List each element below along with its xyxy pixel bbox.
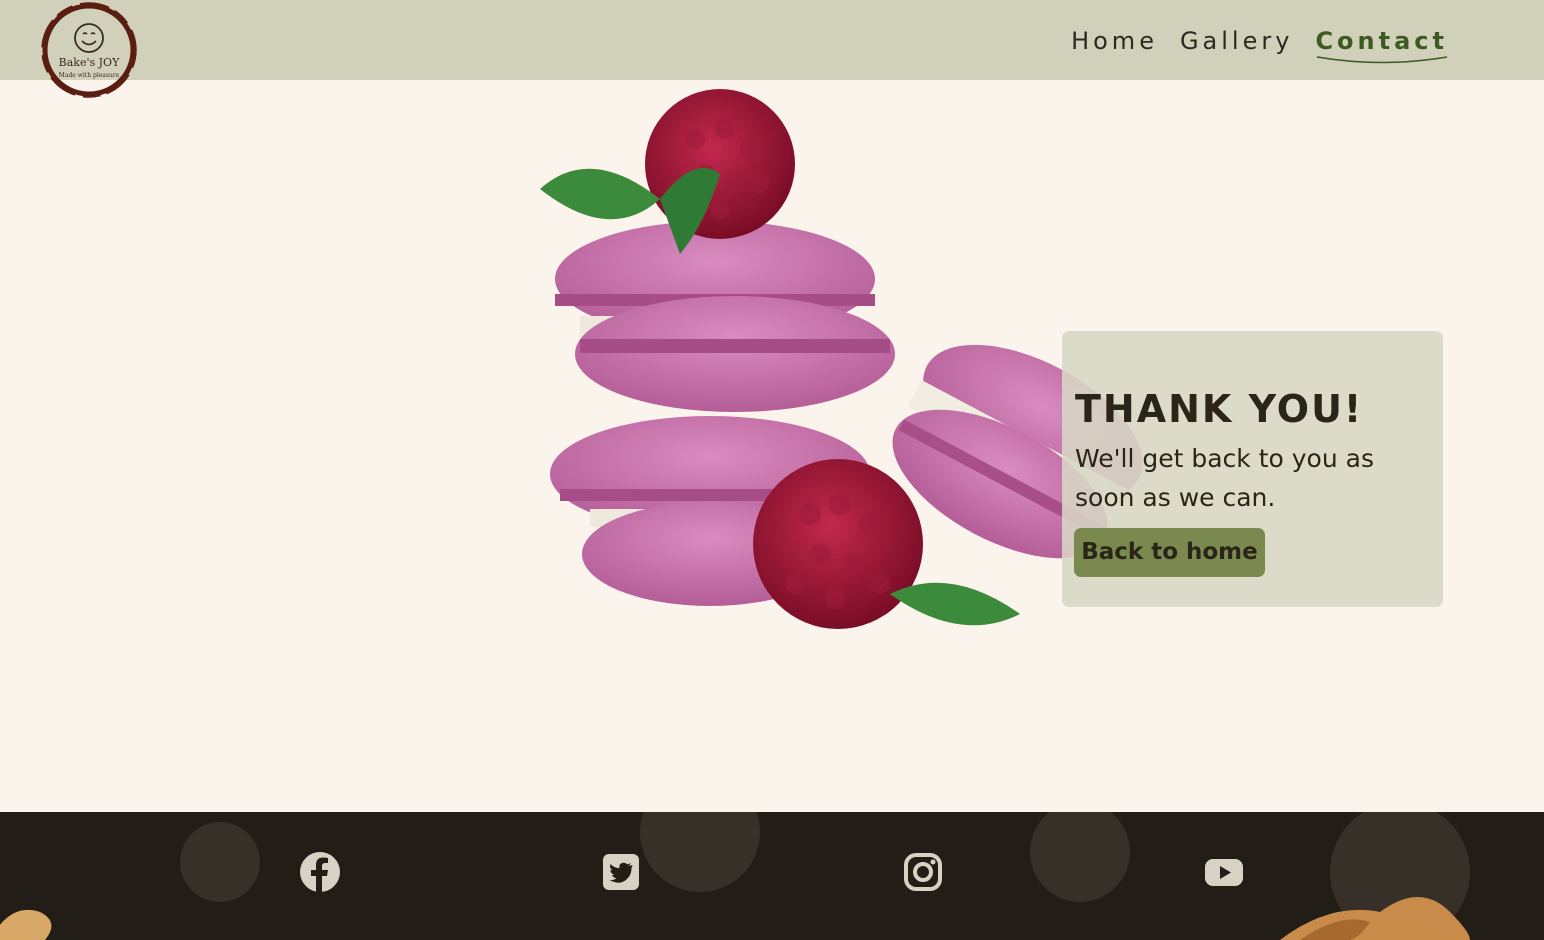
twitter-icon[interactable]	[601, 852, 641, 892]
main-nav: Home Gallery Contact	[1071, 24, 1448, 64]
logo-name: Bake's JOY	[59, 56, 120, 69]
site-footer	[0, 812, 1544, 940]
site-header: Bake's JOY Made with pleasure Home Galle…	[0, 0, 1544, 98]
facebook-icon[interactable]	[300, 852, 340, 892]
thank-you-card: THANK YOU! We'll get back to you as soon…	[1062, 331, 1443, 607]
logo-badge: Bake's JOY Made with pleasure	[41, 2, 137, 98]
smiley-icon	[74, 23, 104, 53]
nav-home[interactable]: Home	[1071, 24, 1158, 58]
logo-tagline: Made with pleasure	[59, 72, 120, 79]
nav-contact[interactable]: Contact	[1315, 24, 1448, 64]
nav-contact-label: Contact	[1315, 27, 1448, 55]
thank-you-title: THANK YOU!	[1075, 387, 1364, 431]
nav-gallery[interactable]: Gallery	[1180, 24, 1293, 58]
instagram-icon[interactable]	[903, 852, 943, 892]
footer-background-image	[0, 812, 1470, 940]
back-to-home-button[interactable]: Back to home	[1074, 528, 1265, 577]
thank-you-message: We'll get back to you as soon as we can.	[1075, 444, 1374, 512]
logo[interactable]: Bake's JOY Made with pleasure	[38, 0, 140, 102]
youtube-icon[interactable]	[1204, 852, 1244, 892]
active-underline	[1317, 56, 1448, 64]
